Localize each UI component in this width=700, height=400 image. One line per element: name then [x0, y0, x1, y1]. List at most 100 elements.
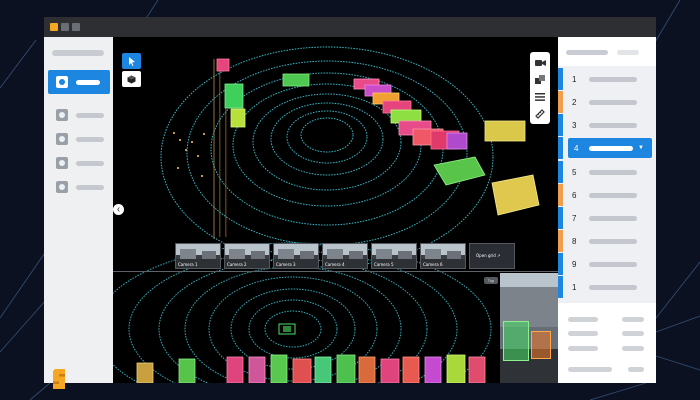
collapse-sidebar-button[interactable]: ‹ — [113, 204, 124, 215]
thumbnail-building — [251, 251, 265, 259]
thumbnail-label: Camera 5 — [374, 262, 394, 267]
annotation-color-bar — [558, 230, 563, 252]
app-window: ‹ Camera 1 Camera 2 Camera 3 Camera 4 Ca… — [44, 17, 656, 389]
annotation-color-bar — [558, 207, 563, 229]
annotation-color-bar — [558, 137, 563, 159]
detail-value-placeholder — [622, 317, 644, 322]
detail-value-placeholder — [622, 331, 644, 336]
sidebar-item-camera-active[interactable] — [48, 70, 110, 94]
camera-image-detection-box — [503, 321, 529, 361]
thumbnail-building — [447, 251, 461, 259]
open-grid-label: Open grid ↗ — [476, 253, 501, 258]
thumbnail-label: Camera 3 — [276, 262, 296, 267]
menu-icon — [535, 92, 545, 101]
annotation-row-selected[interactable]: 4 ▼ — [568, 138, 652, 158]
annotation-label-placeholder — [589, 261, 637, 267]
camera-thumbnail[interactable]: Camera 2 — [224, 243, 270, 269]
sidebar-item-camera[interactable] — [48, 177, 110, 197]
window-maximize-button[interactable] — [72, 23, 80, 31]
annotation-label-placeholder — [589, 122, 637, 128]
camera-thumbnail[interactable]: Camera 1 — [175, 243, 221, 269]
camera-image-panel[interactable] — [500, 273, 558, 383]
sidebar-item-label-placeholder — [76, 79, 100, 85]
annotation-row[interactable]: 2 — [558, 91, 656, 113]
annotation-label-placeholder — [589, 238, 637, 244]
sidebar-item-camera[interactable] — [48, 105, 110, 125]
thumbnail-building — [229, 249, 245, 259]
annotation-row-marker — [558, 137, 568, 159]
detail-row — [568, 346, 648, 351]
thumbnail-building — [425, 249, 441, 259]
cube-tool-button[interactable] — [122, 71, 141, 87]
layers-button[interactable] — [530, 71, 550, 88]
annotation-color-bar — [558, 161, 563, 183]
annotation-list: 1 2 3 4 ▼ 5 6 7 8 9 1 — [558, 66, 656, 303]
annotation-label-placeholder — [589, 169, 637, 175]
sidebar-item-label-placeholder — [76, 136, 104, 142]
annotation-number: 6 — [572, 190, 577, 200]
annotation-panel: 1 2 3 4 ▼ 5 6 7 8 9 1 — [558, 37, 656, 383]
measure-button[interactable] — [530, 105, 550, 122]
select-pointer-icon — [128, 56, 135, 66]
viewer-tool-panel — [530, 52, 550, 124]
camera-thumbnail[interactable]: Camera 5 — [371, 243, 417, 269]
lidar-viewer[interactable]: ‹ Camera 1 Camera 2 Camera 3 Camera 4 Ca… — [113, 37, 558, 383]
menu-button[interactable] — [530, 88, 550, 105]
annotation-number: 4 — [574, 143, 579, 153]
window-minimize-button[interactable] — [61, 23, 69, 31]
open-grid-thumbnail[interactable]: Open grid ↗ — [469, 243, 515, 269]
detail-key-placeholder — [568, 317, 598, 322]
camera-thumbnail[interactable]: Camera 6 — [420, 243, 466, 269]
left-sidebar — [44, 37, 113, 389]
camera-thumbnail[interactable]: Camera 3 — [273, 243, 319, 269]
annotation-number: 3 — [572, 120, 577, 130]
annotation-row[interactable]: 1 — [558, 68, 656, 90]
tool-column — [122, 53, 141, 89]
sidebar-item-camera[interactable] — [48, 153, 110, 173]
sidebar-item-label-placeholder — [76, 160, 104, 166]
camera-icon — [56, 157, 68, 169]
annotation-row[interactable]: 7 — [558, 207, 656, 229]
annotation-row[interactable]: 8 — [558, 230, 656, 252]
annotation-row[interactable]: 6 — [558, 184, 656, 206]
annotation-color-bar — [558, 253, 563, 275]
annotation-label-placeholder — [589, 145, 633, 151]
thumbnail-building — [180, 249, 196, 259]
point-cloud-canvas[interactable] — [113, 37, 558, 383]
top-view-rings — [160, 46, 494, 268]
sidebar-item-camera[interactable] — [48, 129, 110, 149]
annotation-row[interactable]: 9 — [558, 253, 656, 275]
thumbnail-building — [349, 251, 363, 259]
annotation-label-placeholder — [589, 192, 637, 198]
layers-icon — [535, 75, 545, 84]
thumbnail-building — [202, 251, 216, 259]
select-tool-button[interactable] — [122, 53, 141, 69]
detail-value-placeholder — [622, 346, 644, 351]
annotation-label-placeholder — [589, 99, 637, 105]
view-divider[interactable] — [113, 271, 558, 272]
sidebar-header-placeholder — [52, 50, 104, 56]
window-close-button[interactable] — [50, 23, 58, 31]
thumbnail-label: Camera 2 — [227, 262, 247, 267]
annotation-number: 7 — [572, 213, 577, 223]
ego-vehicle-shadow — [309, 121, 345, 145]
panel-header-placeholder — [566, 50, 608, 55]
annotation-row[interactable]: 5 — [558, 161, 656, 183]
video-camera-button[interactable] — [530, 54, 550, 71]
annotation-row[interactable]: 3 — [558, 114, 656, 136]
thumbnail-building — [398, 251, 412, 259]
chevron-down-icon[interactable]: ▼ — [638, 145, 644, 151]
annotation-color-bar — [558, 68, 563, 90]
thumbnail-label: Camera 4 — [325, 262, 345, 267]
camera-image-detection-box — [531, 331, 551, 359]
thumbnail-building — [300, 251, 314, 259]
thumbnail-building — [278, 249, 294, 259]
camera-icon — [56, 181, 68, 193]
thumbnail-building — [327, 249, 343, 259]
annotation-color-bar — [558, 276, 563, 298]
camera-thumbnail[interactable]: Camera 4 — [322, 243, 368, 269]
annotation-row[interactable]: 1 — [558, 276, 656, 298]
brand-logo-icon — [53, 369, 65, 389]
video-camera-icon — [534, 59, 546, 66]
annotation-color-bar — [558, 114, 563, 136]
